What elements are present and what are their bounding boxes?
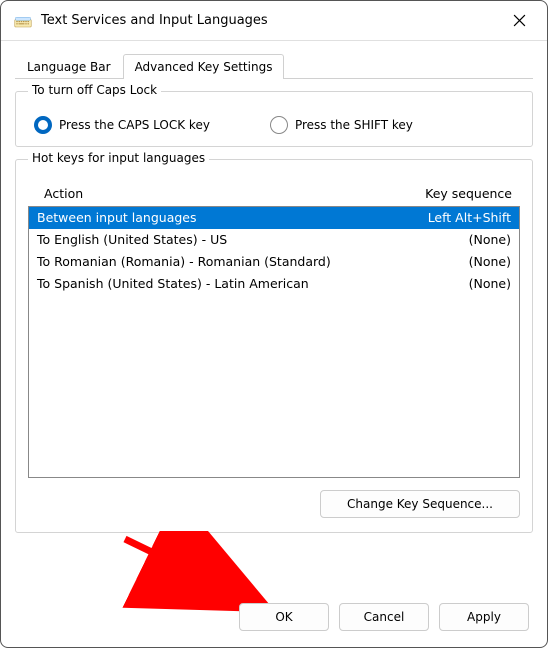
hotkeys-legend: Hot keys for input languages (28, 151, 209, 165)
list-item-action: To Spanish (United States) - Latin Ameri… (37, 275, 309, 293)
list-item-keyseq: (None) (469, 231, 511, 249)
radio-shift-key[interactable]: Press the SHIFT key (270, 116, 413, 134)
apply-button[interactable]: Apply (439, 603, 529, 631)
capslock-group: To turn off Caps Lock Press the CAPS LOC… (15, 91, 533, 147)
radio-checked-icon (34, 116, 52, 134)
radio-shift-label: Press the SHIFT key (295, 118, 413, 132)
list-item[interactable]: To Romanian (Romania) - Romanian (Standa… (29, 251, 519, 273)
keyboard-icon (13, 11, 33, 31)
list-item[interactable]: Between input languages Left Alt+Shift (29, 207, 519, 229)
list-item-keyseq: Left Alt+Shift (428, 209, 511, 227)
capslock-legend: To turn off Caps Lock (28, 83, 161, 97)
cancel-button[interactable]: Cancel (339, 603, 429, 631)
window-title: Text Services and Input Languages (41, 13, 268, 28)
hotkeys-header: Action Key sequence (28, 184, 520, 206)
tab-language-bar[interactable]: Language Bar (15, 54, 123, 79)
column-keyseq: Key sequence (425, 186, 512, 201)
dialog-button-row: OK Cancel Apply (239, 603, 529, 631)
tab-strip: Language Bar Advanced Key Settings (15, 53, 533, 79)
ok-button[interactable]: OK (239, 603, 329, 631)
list-item-keyseq: (None) (469, 253, 511, 271)
column-action: Action (44, 186, 83, 201)
list-item-action: To Romanian (Romania) - Romanian (Standa… (37, 253, 331, 271)
radio-capslock-label: Press the CAPS LOCK key (59, 118, 210, 132)
hotkeys-list[interactable]: Between input languages Left Alt+Shift T… (28, 206, 520, 478)
change-key-sequence-button[interactable]: Change Key Sequence... (320, 490, 520, 518)
radio-unchecked-icon (270, 116, 288, 134)
list-item[interactable]: To English (United States) - US (None) (29, 229, 519, 251)
tab-advanced-key-settings[interactable]: Advanced Key Settings (123, 54, 285, 79)
dialog-content: Language Bar Advanced Key Settings To tu… (1, 41, 547, 545)
list-item-action: Between input languages (37, 209, 197, 227)
close-button[interactable] (503, 5, 535, 37)
list-item-keyseq: (None) (469, 275, 511, 293)
list-item-action: To English (United States) - US (37, 231, 227, 249)
hotkeys-group: Hot keys for input languages Action Key … (15, 159, 533, 533)
titlebar: Text Services and Input Languages (1, 1, 547, 41)
radio-capslock-key[interactable]: Press the CAPS LOCK key (34, 116, 210, 134)
list-item[interactable]: To Spanish (United States) - Latin Ameri… (29, 273, 519, 295)
